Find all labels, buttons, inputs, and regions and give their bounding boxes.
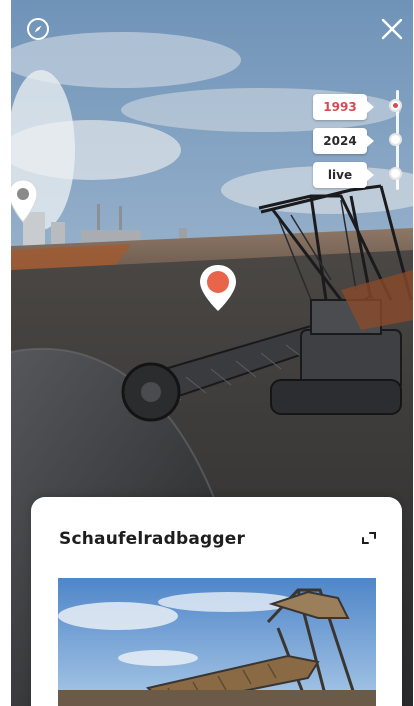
close-button[interactable] [379,16,405,42]
hotspot-pin-edge[interactable] [11,178,39,226]
timeline-item-live[interactable]: live [311,162,411,188]
info-card-title: Schaufelradbagger [59,529,246,549]
map-pin-icon [200,265,236,311]
compass-button[interactable] [25,16,51,42]
timeline-dot [389,99,402,112]
compass-icon [27,18,49,40]
panorama-viewer[interactable]: 1993 2024 live Schaufelradbagger [11,0,413,706]
expand-icon [362,532,376,544]
excavator-photo [58,578,376,706]
timeline-dot [389,167,402,180]
timeline-item-2024[interactable]: 2024 [311,128,411,154]
timeline-item-1993[interactable]: 1993 [311,94,411,120]
close-icon [381,18,403,40]
timeline-dot [389,133,402,146]
timeline-label: 2024 [313,128,374,154]
hotspot-pin-main[interactable] [198,263,238,313]
map-pin-icon [11,179,38,223]
timeline-label: live [313,162,374,188]
timeline-label: 1993 [313,94,374,120]
expand-button[interactable] [360,529,378,547]
info-card[interactable]: Schaufelradbagger [31,497,402,706]
info-card-photo [58,578,376,706]
timeline-selector: 1993 2024 live [311,86,413,196]
